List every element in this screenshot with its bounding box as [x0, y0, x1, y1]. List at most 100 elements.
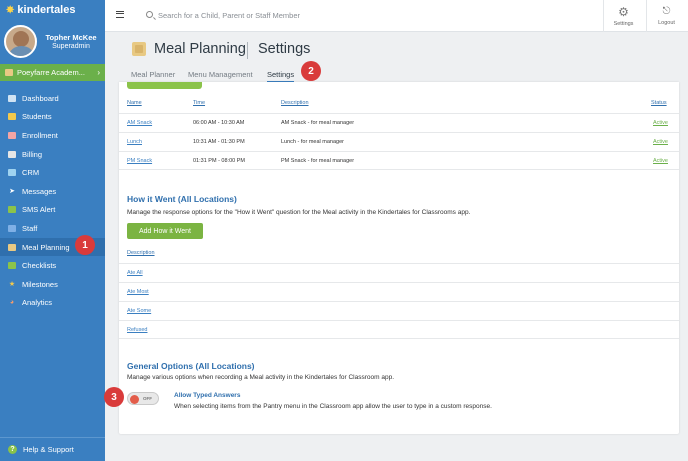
table-row: PM Snack 01:31 PM - 08:00 PM PM Snack - … [119, 151, 679, 170]
settings-button[interactable]: ⚙ Settings [603, 0, 643, 32]
toggle-knob [130, 394, 139, 404]
title-divider [247, 42, 248, 59]
brand-logo[interactable]: ✸ kindertales [0, 0, 105, 20]
chevron-right-icon: › [97, 68, 100, 77]
sidebar-item-milestones[interactable]: ★ Milestones [0, 275, 105, 294]
logout-label: Logout [658, 19, 675, 26]
list-item: Refused [119, 320, 679, 339]
meal-time: 10:31 AM - 01:30 PM [193, 139, 245, 145]
column-header-status[interactable]: Status [651, 100, 667, 106]
hamburger-menu-icon[interactable] [116, 11, 124, 18]
settings-card: Name Time Description Status AM Snack 06… [119, 82, 679, 434]
sidebar-item-label: Meal Planning [22, 242, 70, 252]
logout-button[interactable]: ⎋ Logout [646, 0, 686, 32]
milestones-icon: ★ [8, 281, 16, 289]
column-header-name[interactable]: Name [127, 100, 142, 106]
school-name: Poeyfarre Academ... [17, 68, 85, 77]
sidebar-item-crm[interactable]: CRM [0, 163, 105, 182]
user-profile[interactable]: Topher McKee Superadmin [0, 20, 105, 62]
sidebar-item-label: Staff [22, 223, 38, 233]
callout-badge-2: 2 [301, 61, 321, 81]
staff-icon [8, 224, 16, 232]
response-link[interactable]: Ate Most [127, 289, 149, 295]
sidebar-item-sms-alert[interactable]: SMS Alert [0, 201, 105, 220]
allow-typed-answers-description: When selecting items from the Pantry men… [174, 403, 492, 410]
add-how-it-went-button[interactable]: Add How it Went [127, 223, 203, 239]
sidebar-item-label: Dashboard [22, 93, 59, 103]
meal-description: Lunch - for meal manager [281, 139, 344, 145]
sidebar-item-enrollment[interactable]: Enrollment [0, 126, 105, 145]
sidebar-item-label: Milestones [22, 279, 58, 289]
help-support-link[interactable]: ? Help & Support [0, 437, 105, 461]
sidebar-item-checklists[interactable]: Checklists [0, 256, 105, 275]
column-header-time[interactable]: Time [193, 100, 205, 106]
brand-name: kindertales [17, 4, 76, 16]
page-subtitle: Settings [258, 41, 311, 57]
how-it-went-description: Manage the response options for the "How… [127, 209, 471, 216]
avatar [4, 24, 37, 58]
dashboard-icon [8, 94, 16, 102]
school-selector[interactable]: Poeyfarre Academ... › [0, 64, 105, 81]
allow-typed-answers-toggle[interactable]: OFF [127, 392, 159, 405]
crm-icon [8, 169, 16, 177]
meal-name-link[interactable]: AM Snack [127, 120, 152, 126]
sidebar-item-label: Checklists [22, 261, 57, 271]
sidebar-item-label: Analytics [22, 298, 53, 308]
meal-description: PM Snack - for meal manager [281, 158, 355, 164]
sidebar-item-messages[interactable]: ➤ Messages [0, 182, 105, 201]
allow-typed-answers-title: Allow Typed Answers [174, 392, 241, 399]
toggle-state-label: OFF [143, 396, 152, 401]
search-icon [146, 11, 153, 18]
school-icon [5, 69, 13, 76]
messages-icon: ➤ [9, 188, 15, 196]
search-input[interactable] [158, 7, 358, 23]
page-header: Meal Planning Settings Meal Planner Menu… [105, 32, 688, 82]
table-row: Lunch 10:31 AM - 01:30 PM Lunch - for me… [119, 132, 679, 151]
meal-time: 06:00 AM - 10:30 AM [193, 120, 245, 126]
meal-name-link[interactable]: Lunch [127, 139, 142, 145]
analytics-icon: ◕ [9, 299, 15, 307]
sidebar-item-label: CRM [22, 168, 40, 178]
help-label: Help & Support [23, 445, 74, 454]
callout-badge-1: 1 [75, 235, 95, 255]
gear-icon: ⚙ [618, 4, 629, 19]
meal-planning-icon [8, 243, 16, 251]
meal-description: AM Snack - for meal manager [281, 120, 355, 126]
table-row: AM Snack 06:00 AM - 10:30 AM AM Snack - … [119, 113, 679, 132]
tab-settings[interactable]: Settings [267, 70, 295, 82]
list-item: Ate Most [119, 282, 679, 301]
column-header-description[interactable]: Description [281, 100, 309, 106]
logo-star-icon: ✸ [6, 4, 15, 16]
sidebar-item-billing[interactable]: Billing [0, 145, 105, 164]
response-link[interactable]: Refused [127, 327, 148, 333]
sidebar: ✸ kindertales Topher McKee Superadmin Po… [0, 0, 105, 461]
sidebar-nav: Dashboard Students Enrollment Billing CR… [0, 89, 105, 312]
enrollment-icon [8, 131, 16, 139]
status-link[interactable]: Active [653, 120, 668, 126]
user-role: Superadmin [52, 42, 90, 50]
user-name: Topher McKee [45, 32, 97, 42]
response-link[interactable]: Ate Some [127, 308, 151, 314]
sms-alert-icon [8, 206, 16, 214]
column-header-description[interactable]: Description [127, 250, 155, 256]
sidebar-item-analytics[interactable]: ◕ Analytics [0, 294, 105, 313]
add-meal-button[interactable] [127, 82, 202, 89]
list-item: Ate All [119, 263, 679, 282]
sidebar-item-label: SMS Alert [22, 205, 56, 215]
checklists-icon [8, 262, 16, 270]
response-link[interactable]: Ate All [127, 270, 143, 276]
sidebar-item-students[interactable]: Students [0, 108, 105, 127]
tab-menu-management[interactable]: Menu Management [188, 70, 253, 79]
sidebar-item-label: Enrollment [22, 130, 58, 140]
tab-meal-planner[interactable]: Meal Planner [131, 70, 175, 79]
help-icon: ? [8, 445, 17, 454]
sidebar-item-label: Students [22, 112, 52, 122]
students-icon [8, 113, 16, 121]
status-link[interactable]: Active [653, 139, 668, 145]
general-options-description: Manage various options when recording a … [127, 374, 394, 381]
status-link[interactable]: Active [653, 158, 668, 164]
meal-planning-icon [132, 42, 146, 56]
sidebar-item-dashboard[interactable]: Dashboard [0, 89, 105, 108]
sidebar-item-label: Billing [22, 149, 43, 159]
meal-name-link[interactable]: PM Snack [127, 158, 152, 164]
